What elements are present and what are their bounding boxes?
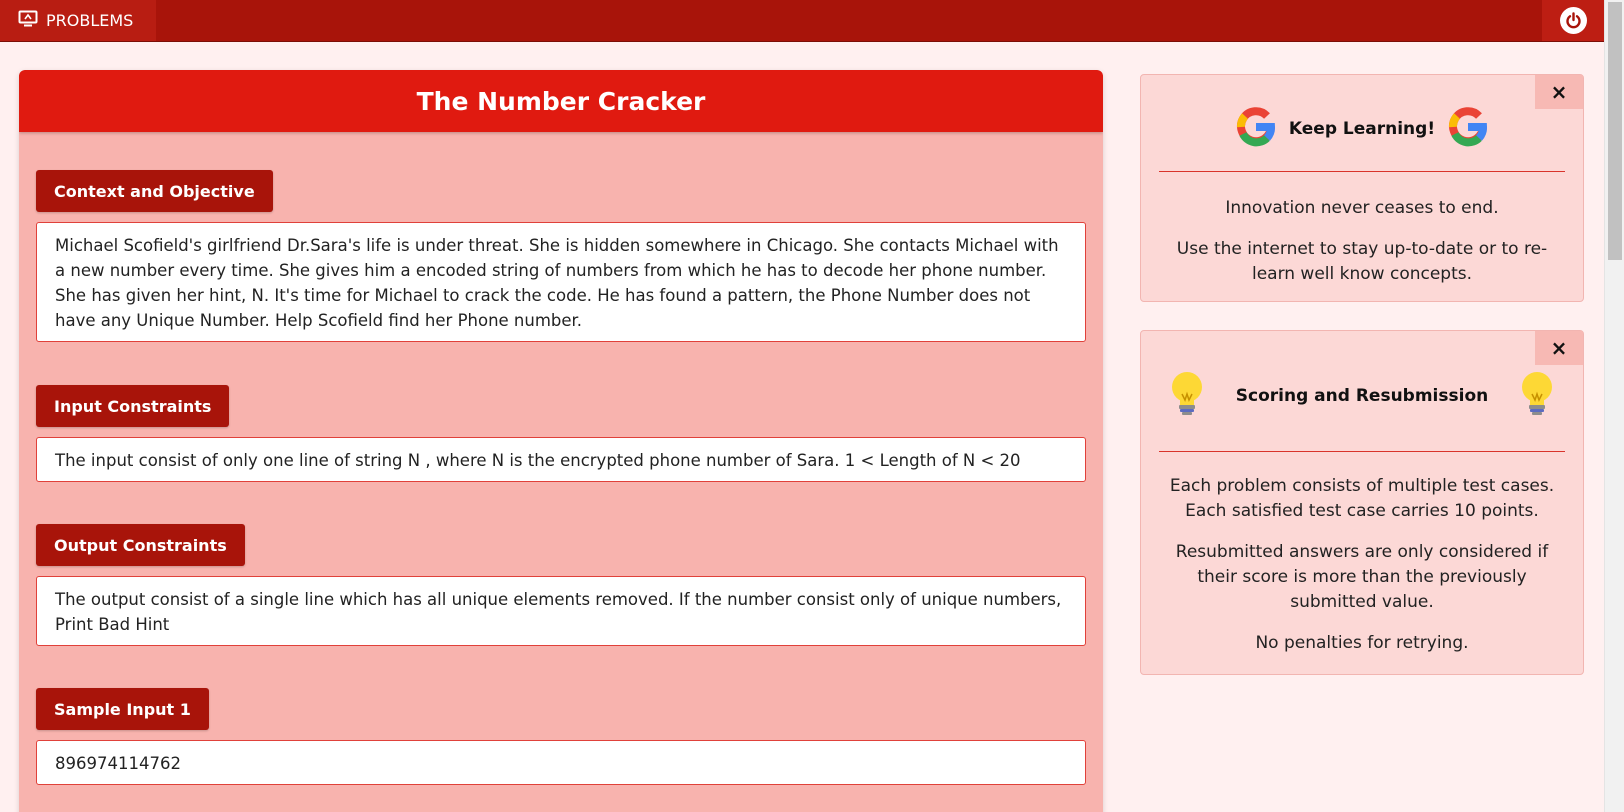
scoring-header: Scoring and Resubmission (1141, 331, 1583, 451)
section-text-context: Michael Scofield's girlfriend Dr.Sara's … (36, 222, 1086, 342)
problems-nav-link[interactable]: PROBLEMS (0, 0, 156, 41)
keep-learning-paragraph: Innovation never ceases to end. (1225, 198, 1499, 218)
logout-button[interactable] (1542, 0, 1604, 41)
problems-nav-label: PROBLEMS (46, 11, 134, 30)
google-logo-icon (1445, 104, 1491, 155)
keep-learning-paragraph: Use the internet to stay up-to-date or t… (1176, 239, 1548, 284)
keep-learning-card: × Keep Learning! Innovation never ceases… (1140, 74, 1584, 302)
close-keep-learning-button[interactable]: × (1535, 75, 1583, 109)
scoring-card: × Scoring and Resubmission Each problem … (1140, 330, 1584, 675)
close-scoring-button[interactable]: × (1535, 331, 1583, 365)
monitor-icon (18, 10, 38, 32)
keep-learning-title: Keep Learning! (1288, 119, 1436, 139)
google-logo-icon (1233, 104, 1279, 155)
scoring-paragraph: Each problem consists of multiple test c… (1169, 476, 1555, 521)
section-label-sample-input: Sample Input 1 (36, 688, 209, 730)
section-text-output: The output consist of a single line whic… (36, 576, 1086, 646)
top-navbar: PROBLEMS (0, 0, 1604, 42)
power-icon (1559, 7, 1587, 34)
lightbulb-icon (1518, 370, 1556, 423)
keep-learning-header: Keep Learning! (1141, 75, 1583, 171)
keep-learning-divider (1159, 171, 1565, 172)
problem-card: The Number Cracker Context and Objective… (19, 70, 1103, 812)
section-text-sample-input: 896974114762 (36, 740, 1086, 785)
lightbulb-icon (1168, 370, 1206, 423)
scoring-paragraph: Resubmitted answers are only considered … (1175, 542, 1549, 612)
section-label-output: Output Constraints (36, 524, 245, 566)
section-label-context: Context and Objective (36, 170, 273, 212)
scoring-paragraph: No penalties for retrying. (1255, 633, 1469, 653)
problem-title: The Number Cracker (19, 70, 1103, 132)
page-scrollbar[interactable] (1604, 0, 1624, 812)
scrollbar-thumb[interactable] (1608, 2, 1622, 260)
section-label-input: Input Constraints (36, 385, 230, 427)
section-text-input: The input consist of only one line of st… (36, 437, 1086, 482)
scoring-title: Scoring and Resubmission (1235, 386, 1489, 406)
scoring-divider (1159, 451, 1565, 452)
